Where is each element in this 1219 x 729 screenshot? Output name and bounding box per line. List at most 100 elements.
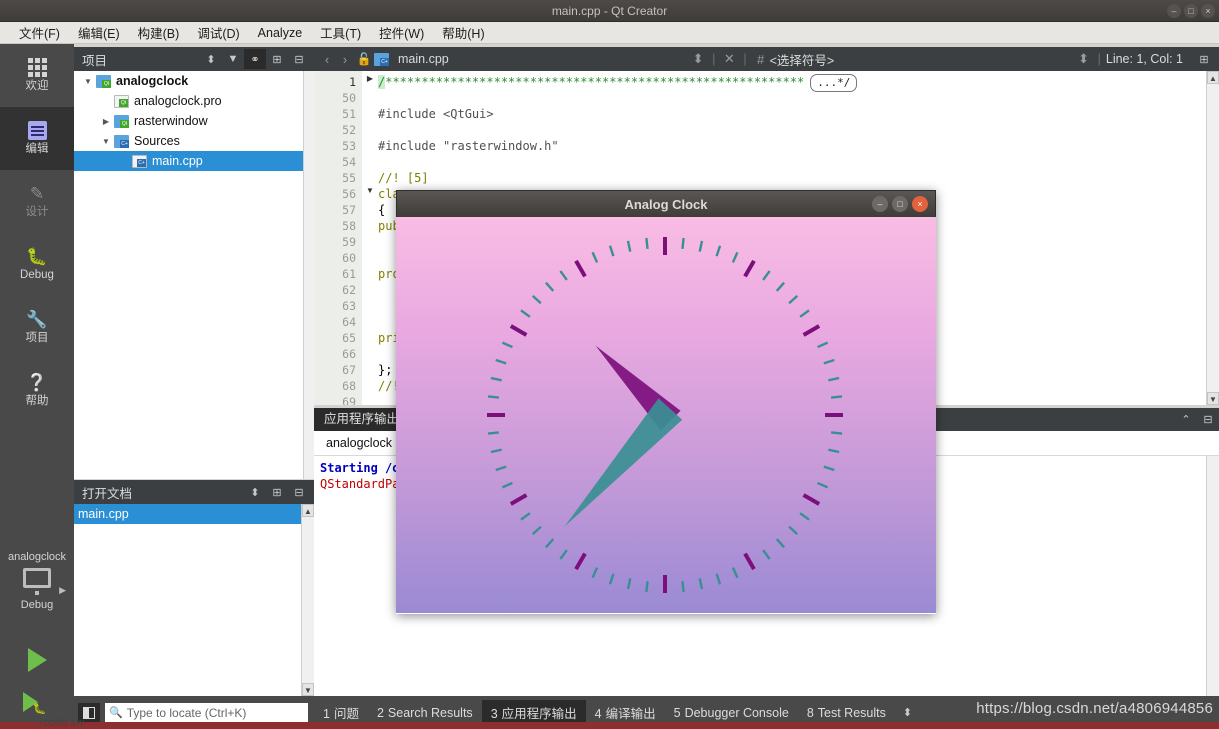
fold-marker[interactable] <box>362 231 378 247</box>
editor-filename[interactable]: main.cpp <box>398 52 449 66</box>
bug-icon: 🐛 <box>26 246 48 266</box>
line-number: 55 <box>342 171 356 185</box>
hour-tick <box>743 259 756 278</box>
menu-item-7[interactable]: 帮助(H) <box>433 21 493 44</box>
document-list-updown-icon[interactable]: ⬍ <box>689 51 707 67</box>
editor-scrollbar[interactable]: ▲ ▼ <box>1206 71 1219 405</box>
fold-marker[interactable] <box>362 391 378 405</box>
analog-clock-titlebar[interactable]: Analog Clock – □ × <box>396 190 936 217</box>
tree-item[interactable]: C+ main.cpp <box>74 151 314 171</box>
close-split-icon[interactable]: ⊟ <box>288 482 310 502</box>
fold-marker-column[interactable]: ▶ ▼ <box>362 71 378 405</box>
output-tab-number: 2 <box>376 705 384 720</box>
tree-twisty-icon[interactable]: ▼ <box>80 77 96 86</box>
mode-grid[interactable]: 欢迎 <box>0 44 74 107</box>
tree-twisty-icon[interactable]: ▶ <box>98 117 114 126</box>
output-tab-2[interactable]: 2 Search Results <box>368 703 482 723</box>
fold-marker[interactable] <box>362 119 378 135</box>
scroll-up-icon[interactable]: ▲ <box>1207 71 1219 84</box>
minimize-icon[interactable]: – <box>872 196 888 212</box>
analog-clock-window[interactable]: Analog Clock – □ × <box>396 190 936 614</box>
close-icon[interactable]: × <box>912 196 928 212</box>
menu-item-1[interactable]: 编辑(E) <box>69 21 129 44</box>
add-split-icon[interactable]: ⊞ <box>266 49 288 69</box>
menu-item-6[interactable]: 控件(W) <box>370 21 433 44</box>
fold-marker[interactable] <box>362 375 378 391</box>
tree-item[interactable]: ▼ C+ Sources <box>74 131 314 151</box>
close-output-icon[interactable]: ⊟ <box>1197 410 1219 430</box>
fold-marker[interactable] <box>362 215 378 231</box>
navigate-back-icon[interactable]: ‹ <box>318 52 336 67</box>
output-tab[interactable]: analogclock <box>314 436 404 450</box>
menu-item-5[interactable]: 工具(T) <box>311 21 370 44</box>
fold-marker[interactable] <box>362 279 378 295</box>
fold-marker[interactable] <box>362 247 378 263</box>
mode-bug[interactable]: 🐛 Debug <box>0 233 74 296</box>
menu-item-0[interactable]: 文件(F) <box>10 21 69 44</box>
fold-marker[interactable] <box>362 103 378 119</box>
line-number: 61 <box>342 267 356 281</box>
collapsed-block-marker[interactable]: ...*/ <box>810 74 858 92</box>
fold-marker[interactable] <box>362 151 378 167</box>
sort-order-button[interactable]: ⬍ <box>200 49 222 69</box>
scroll-up-icon[interactable]: ▲ <box>302 504 314 517</box>
fold-marker[interactable] <box>362 343 378 359</box>
tree-item[interactable]: ▶ Qt rasterwindow <box>74 111 314 131</box>
menu-item-4[interactable]: Analyze <box>249 24 311 42</box>
maximize-icon[interactable]: □ <box>892 196 908 212</box>
close-split-icon[interactable]: ⊟ <box>288 49 310 69</box>
symbol-selector[interactable]: <选择符号> <box>770 50 835 69</box>
kit-selector[interactable]: analogclock ▶ Debug <box>0 544 74 634</box>
tree-item-label: analogclock.pro <box>134 94 222 108</box>
fold-marker[interactable] <box>362 295 378 311</box>
output-pane-title: 应用程序输出 <box>314 408 410 431</box>
tree-item[interactable]: Qt analogclock.pro <box>74 91 314 111</box>
minute-tick <box>531 525 542 535</box>
fold-marker[interactable] <box>362 199 378 215</box>
tree-twisty-icon[interactable]: ▼ <box>98 137 114 146</box>
split-editor-icon[interactable]: ⊞ <box>1193 49 1215 69</box>
fold-marker[interactable] <box>362 135 378 151</box>
close-document-icon[interactable]: ✕ <box>720 51 738 67</box>
close-icon[interactable]: × <box>1201 4 1215 18</box>
fold-marker[interactable] <box>362 87 378 103</box>
fold-marker[interactable] <box>362 311 378 327</box>
fold-marker[interactable]: ▼ <box>362 183 378 199</box>
minimize-icon[interactable]: – <box>1167 4 1181 18</box>
menu-item-3[interactable]: 调试(D) <box>188 21 248 44</box>
scroll-down-icon[interactable]: ▼ <box>302 683 314 696</box>
mode-pencil[interactable]: ✎ 设计 <box>0 170 74 233</box>
synchronize-icon[interactable]: ⚭ <box>244 49 266 69</box>
output-tab-8[interactable]: 8 Test Results <box>798 703 895 723</box>
fold-marker[interactable] <box>362 263 378 279</box>
output-scrollbar[interactable] <box>1206 456 1219 696</box>
open-document-item[interactable]: main.cpp <box>74 504 314 524</box>
tree-item[interactable]: ▼ Qt analogclock <box>74 71 314 91</box>
fold-marker[interactable]: ▶ <box>362 71 378 87</box>
open-documents-scrollbar[interactable]: ▲ ▼ <box>301 504 314 696</box>
project-tree-scrollbar[interactable] <box>303 71 314 479</box>
fold-marker[interactable] <box>362 359 378 375</box>
navigate-forward-icon[interactable]: › <box>336 52 354 67</box>
add-split-icon[interactable]: ⊞ <box>266 482 288 502</box>
maximize-output-icon[interactable]: ⌃ <box>1175 410 1197 430</box>
sort-order-button[interactable]: ⬍ <box>244 482 266 502</box>
minute-tick <box>520 309 531 318</box>
position-updown-icon[interactable]: ⬍ <box>1075 51 1093 67</box>
mode-document[interactable]: 编辑 <box>0 107 74 170</box>
mode-question[interactable]: ❔ 帮助 <box>0 359 74 422</box>
qt-folder-icon: Qt <box>114 114 129 128</box>
filter-icon[interactable]: ▼ <box>222 49 244 69</box>
mode-wrench[interactable]: 🔧 项目 <box>0 296 74 359</box>
maximize-icon[interactable]: □ <box>1184 4 1198 18</box>
run-button[interactable] <box>0 639 74 681</box>
menu-item-2[interactable]: 构建(B) <box>129 21 189 44</box>
output-tab-5[interactable]: 5 Debugger Console <box>665 703 798 723</box>
fold-marker[interactable] <box>362 327 378 343</box>
output-pane-selector-icon[interactable]: ⬍ <box>895 706 920 719</box>
search-input[interactable]: 🔍 Type to locate (Ctrl+K) <box>105 702 308 723</box>
fold-marker[interactable] <box>362 167 378 183</box>
scroll-down-icon[interactable]: ▼ <box>1207 392 1219 405</box>
unlocked-icon[interactable]: 🔓 <box>354 52 374 66</box>
hour-tick <box>743 552 756 571</box>
